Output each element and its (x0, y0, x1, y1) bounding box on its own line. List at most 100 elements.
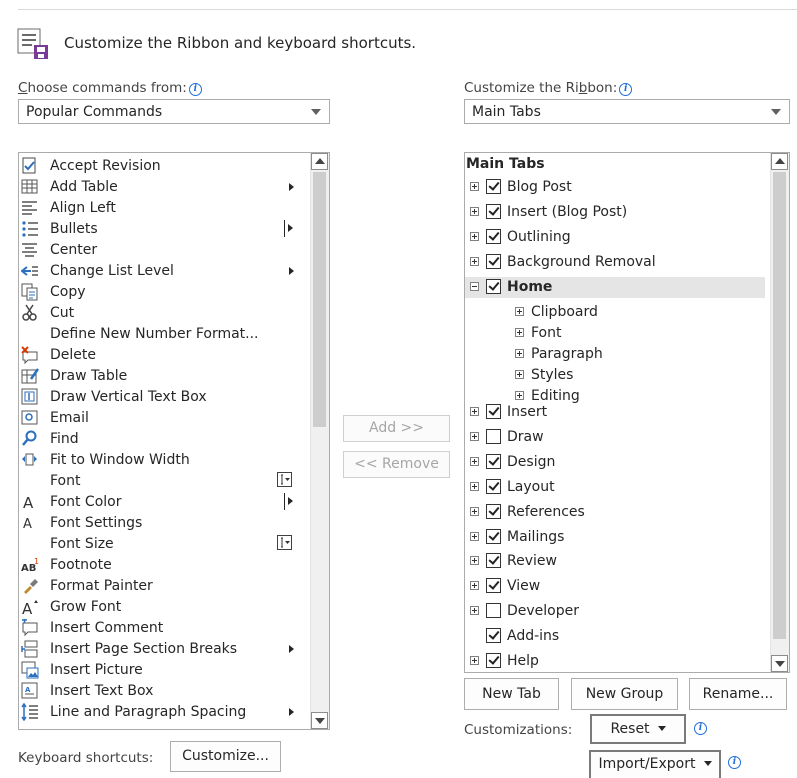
tab-checkbox[interactable] (486, 503, 501, 519)
tree-tab-item[interactable]: Add-ins (465, 626, 765, 647)
command-item[interactable]: A Font Color (19, 492, 311, 513)
expand-icon[interactable] (470, 531, 479, 541)
tab-checkbox[interactable] (486, 578, 501, 594)
scroll-thumb[interactable] (313, 172, 326, 427)
command-item[interactable]: Center (19, 240, 311, 261)
command-item[interactable]: Delete (19, 345, 311, 366)
expand-icon[interactable] (470, 207, 479, 216)
new-tab-button[interactable]: New Tab (464, 678, 559, 710)
tab-checkbox[interactable] (486, 254, 501, 269)
command-item[interactable]: Insert Comment (19, 618, 311, 639)
info-icon[interactable]: i (188, 83, 202, 96)
command-item[interactable]: Draw Table (19, 366, 311, 387)
expand-icon[interactable] (470, 407, 479, 416)
tab-checkbox[interactable] (486, 478, 501, 494)
tab-checkbox[interactable] (486, 204, 501, 219)
command-item[interactable]: Add Table (19, 177, 311, 198)
expand-icon[interactable] (470, 481, 479, 491)
tree-group-item[interactable]: Paragraph (465, 344, 765, 365)
add-button[interactable]: Add >> (343, 415, 450, 442)
tree-group-item[interactable]: Clipboard (465, 302, 765, 323)
tab-checkbox[interactable] (486, 528, 501, 544)
command-item[interactable]: Bullets (19, 219, 311, 240)
rename-button[interactable]: Rename... (689, 678, 787, 710)
command-item[interactable]: AB 1 Footnote (19, 555, 311, 576)
command-item[interactable]: Fit to Window Width (19, 450, 311, 471)
tab-checkbox[interactable] (486, 229, 501, 244)
tab-checkbox[interactable] (486, 404, 501, 419)
command-item[interactable]: Align Left (19, 198, 311, 219)
tree-tab-item[interactable]: Insert (465, 402, 765, 423)
command-item[interactable]: Line and Paragraph Spacing (19, 702, 311, 723)
scroll-thumb[interactable] (773, 172, 786, 639)
expand-icon[interactable] (515, 328, 524, 337)
import-export-button[interactable]: Import/Export (589, 750, 721, 778)
tree-tab-item[interactable]: Background Removal (465, 252, 765, 273)
expand-icon[interactable] (470, 506, 479, 516)
scroll-up-button[interactable] (311, 153, 328, 170)
command-item[interactable]: Find (19, 429, 311, 450)
expand-icon[interactable] (470, 182, 479, 191)
tree-group-item[interactable]: Font (465, 323, 765, 344)
expand-icon[interactable] (515, 370, 524, 379)
expand-icon[interactable] (470, 606, 479, 616)
command-item[interactable]: Draw Vertical Text Box (19, 387, 311, 408)
expand-icon[interactable] (515, 307, 524, 316)
command-item[interactable]: A Insert Text Box (19, 681, 311, 702)
remove-button[interactable]: << Remove (343, 451, 450, 478)
tree-scrollbar[interactable] (770, 153, 789, 672)
tab-checkbox[interactable] (486, 428, 501, 444)
tree-tab-item[interactable]: Mailings (465, 527, 765, 548)
customize-ribbon-dropdown[interactable]: Main Tabs (464, 99, 790, 124)
command-item[interactable]: Accept Revision (19, 156, 311, 177)
customize-shortcuts-button[interactable]: Customize... (170, 741, 281, 772)
commands-scrollbar[interactable] (310, 153, 329, 729)
expand-icon[interactable] (470, 556, 479, 566)
tab-checkbox[interactable] (486, 603, 501, 619)
tree-tab-item[interactable]: Review (465, 551, 765, 572)
tab-checkbox[interactable] (486, 179, 501, 194)
ribbon-tabs-tree[interactable]: Main Tabs Blog Post Insert (Blog Post) Out… (464, 152, 790, 673)
tree-tab-item[interactable]: View (465, 576, 765, 597)
tree-tab-item[interactable]: Draw (465, 427, 765, 448)
command-item[interactable]: A Font Settings (19, 513, 311, 534)
tab-checkbox[interactable] (486, 453, 501, 469)
command-item[interactable]: Cut (19, 303, 311, 324)
command-item[interactable]: A Grow Font (19, 597, 311, 618)
info-icon[interactable]: i (728, 756, 741, 769)
command-item[interactable]: Format Painter (19, 576, 311, 597)
tab-checkbox[interactable] (486, 653, 501, 668)
tree-tab-item[interactable]: Layout (465, 477, 765, 498)
tree-tab-item[interactable]: Help (465, 651, 765, 672)
reset-button[interactable]: Reset (590, 714, 686, 744)
command-item[interactable]: Email (19, 408, 311, 429)
command-item[interactable]: Font Size (19, 534, 311, 555)
expand-icon[interactable] (470, 456, 479, 466)
expand-icon[interactable] (470, 581, 479, 591)
commands-list[interactable]: Accept Revision Add Table Align Left Bullet… (18, 152, 330, 730)
tab-checkbox[interactable] (486, 628, 501, 644)
expand-icon[interactable] (470, 257, 479, 266)
info-icon[interactable]: i (694, 722, 707, 735)
tab-checkbox[interactable] (486, 553, 501, 569)
info-icon[interactable]: i (619, 83, 633, 96)
command-item[interactable]: Copy (19, 282, 311, 303)
command-item[interactable]: Insert Page Section Breaks (19, 639, 311, 660)
command-item[interactable]: Font (19, 471, 311, 492)
tree-tab-item[interactable]: Home (465, 277, 765, 298)
choose-commands-dropdown[interactable]: Popular Commands (18, 99, 330, 124)
scroll-down-button[interactable] (771, 655, 788, 672)
command-item[interactable]: Insert Picture (19, 660, 311, 681)
tree-tab-item[interactable]: Outlining (465, 227, 765, 248)
tree-tab-item[interactable]: Design (465, 452, 765, 473)
collapse-icon[interactable] (470, 282, 479, 291)
command-item[interactable]: Change List Level (19, 261, 311, 282)
expand-icon[interactable] (470, 431, 479, 441)
scroll-up-button[interactable] (771, 153, 788, 170)
new-group-button[interactable]: New Group (571, 678, 678, 710)
expand-icon[interactable] (515, 391, 524, 400)
tree-tab-item[interactable]: Developer (465, 601, 765, 622)
command-item[interactable]: Define New Number Format... (19, 324, 311, 345)
tree-tab-item[interactable]: Insert (Blog Post) (465, 202, 765, 223)
expand-icon[interactable] (515, 349, 524, 358)
